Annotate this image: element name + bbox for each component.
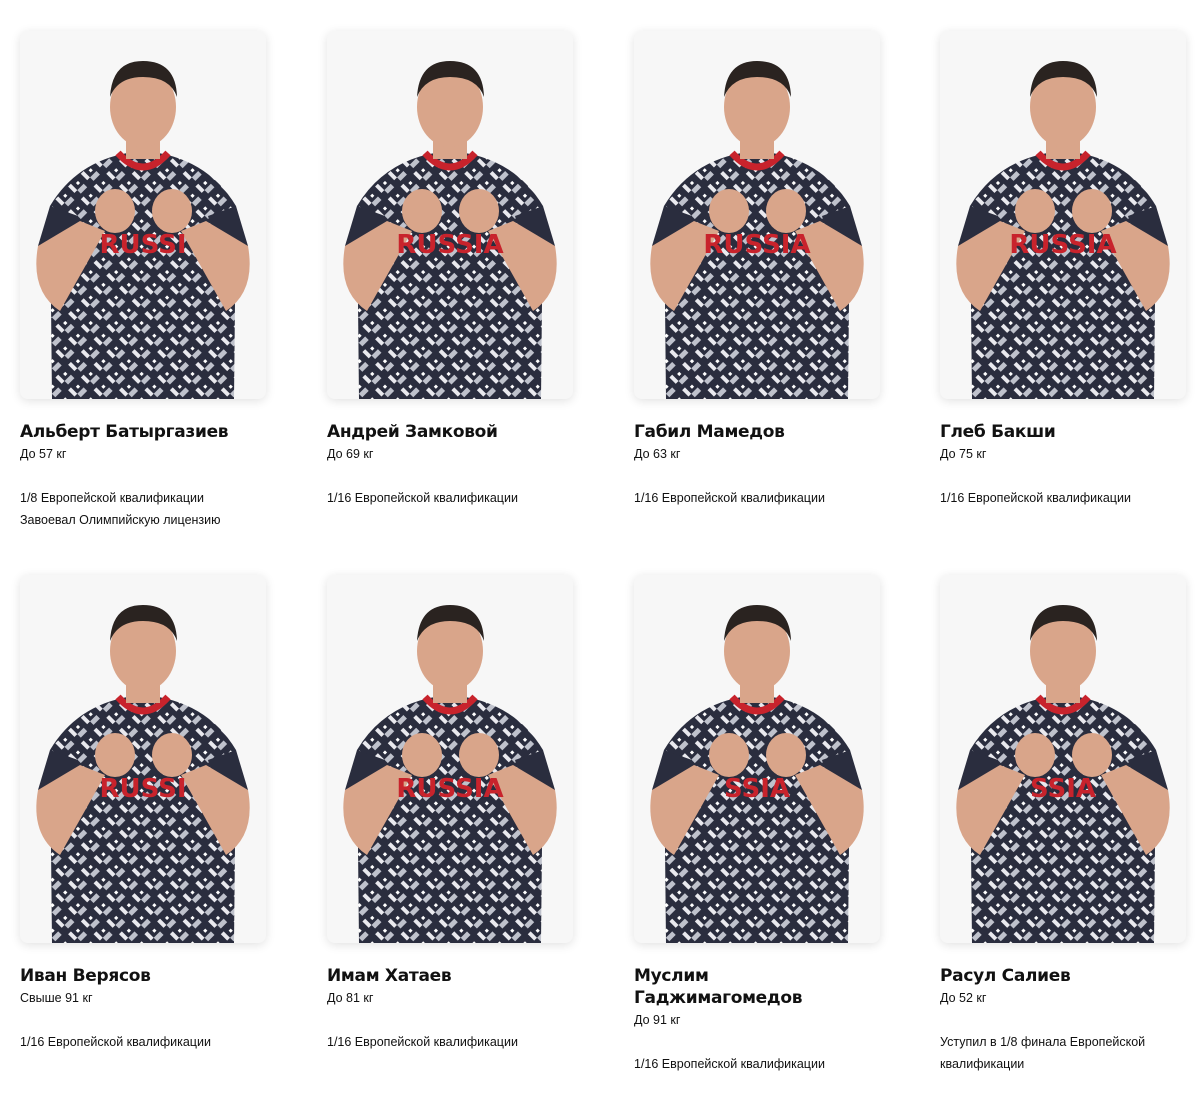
- boxer-name: Муслим Гаджимагомедов: [634, 966, 803, 1008]
- boxer-card[interactable]: RUSSIA Имам Хатаев До 81 кг 1/16 Европейск…: [327, 575, 573, 1053]
- boxer-photo-icon[interactable]: RUSSIA: [327, 31, 573, 399]
- boxer-photo-icon[interactable]: SSIA: [634, 575, 880, 943]
- result-line: Завоевал Олимпийскую лицензию: [20, 513, 221, 527]
- boxer-card[interactable]: RUSSI Иван Верясов Свыше 91 кг 1/16 Европе…: [20, 575, 266, 1053]
- boxer-card[interactable]: RUSSI Альберт Батыргазиев До 57 кг 1/8 Евр…: [20, 31, 266, 531]
- boxer-results: 1/16 Европейской квалификации: [634, 1053, 880, 1075]
- boxer-name: Иван Верясов: [20, 966, 151, 986]
- boxer-weight-class: До 75 кг: [940, 447, 987, 461]
- result-line: 1/16 Европейской квалификации: [940, 491, 1131, 505]
- svg-text:RUSSIA: RUSSIA: [396, 230, 503, 260]
- boxer-results: 1/8 Европейской квалификации Завоевал Оли…: [20, 487, 266, 531]
- boxer-name: Имам Хатаев: [327, 966, 452, 986]
- svg-text:RUSSI: RUSSI: [99, 230, 186, 260]
- boxer-photo-icon[interactable]: RUSSI: [20, 575, 266, 943]
- svg-text:SSIA: SSIA: [724, 774, 790, 804]
- boxer-results: 1/16 Европейской квалификации: [20, 1031, 266, 1053]
- svg-text:RUSSIA: RUSSIA: [703, 230, 810, 260]
- boxer-results: Уступил в 1/8 финала Европейской квалифи…: [940, 1031, 1186, 1075]
- svg-text:RUSSIA: RUSSIA: [1009, 230, 1116, 260]
- boxer-weight-class: До 63 кг: [634, 447, 681, 461]
- boxer-weight-class: До 91 кг: [634, 1013, 681, 1027]
- result-line: 1/16 Европейской квалификации: [20, 1035, 211, 1049]
- boxer-weight-class: До 81 кг: [327, 991, 374, 1005]
- boxer-name: Расул Салиев: [940, 966, 1071, 986]
- boxer-card[interactable]: RUSSIA Андрей Замковой До 69 кг 1/16 Европ…: [327, 31, 573, 509]
- boxer-card[interactable]: RUSSIA Габил Мамедов До 63 кг 1/16 Европей…: [634, 31, 880, 509]
- boxer-card[interactable]: SSIA Расул Салиев До 52 кг Уступил в 1/8 ф…: [940, 575, 1186, 1075]
- boxer-results: 1/16 Европейской квалификации: [940, 487, 1186, 509]
- result-line: Уступил в 1/8 финала Европейской квалифи…: [940, 1035, 1146, 1071]
- result-line: 1/16 Европейской квалификации: [634, 1057, 825, 1071]
- boxer-results: 1/16 Европейской квалификации: [634, 487, 880, 509]
- boxer-photo-icon[interactable]: RUSSIA: [940, 31, 1186, 399]
- boxer-photo-icon[interactable]: RUSSI: [20, 31, 266, 399]
- boxer-weight-class: До 57 кг: [20, 447, 67, 461]
- svg-text:RUSSIA: RUSSIA: [396, 774, 503, 804]
- boxer-name: Глеб Бакши: [940, 422, 1056, 442]
- boxer-card[interactable]: RUSSIA Глеб Бакши До 75 кг 1/16 Европейско…: [940, 31, 1186, 509]
- svg-text:RUSSI: RUSSI: [99, 774, 186, 804]
- boxer-photo-icon[interactable]: RUSSIA: [327, 575, 573, 943]
- svg-text:SSIA: SSIA: [1030, 774, 1096, 804]
- boxer-name: Андрей Замковой: [327, 422, 498, 442]
- boxer-weight-class: До 52 кг: [940, 991, 987, 1005]
- boxer-weight-class: Свыше 91 кг: [20, 991, 93, 1005]
- boxer-weight-class: До 69 кг: [327, 447, 374, 461]
- boxer-photo-icon[interactable]: RUSSIA: [634, 31, 880, 399]
- result-line: 1/8 Европейской квалификации: [20, 491, 204, 505]
- boxer-name: Альберт Батыргазиев: [20, 422, 229, 442]
- result-line: 1/16 Европейской квалификации: [327, 491, 518, 505]
- result-line: 1/16 Европейской квалификации: [634, 491, 825, 505]
- boxer-name: Габил Мамедов: [634, 422, 785, 442]
- boxer-photo-icon[interactable]: SSIA: [940, 575, 1186, 943]
- result-line: 1/16 Европейской квалификации: [327, 1035, 518, 1049]
- boxer-results: 1/16 Европейской квалификации: [327, 487, 573, 509]
- boxer-card[interactable]: SSIA Муслим Гаджимагомедов До 91 кг 1/16 Е…: [634, 575, 880, 1075]
- boxer-results: 1/16 Европейской квалификации: [327, 1031, 573, 1053]
- boxers-grid: RUSSI Альберт Батыргазиев До 57 кг 1/8 Евр…: [0, 0, 1200, 1113]
